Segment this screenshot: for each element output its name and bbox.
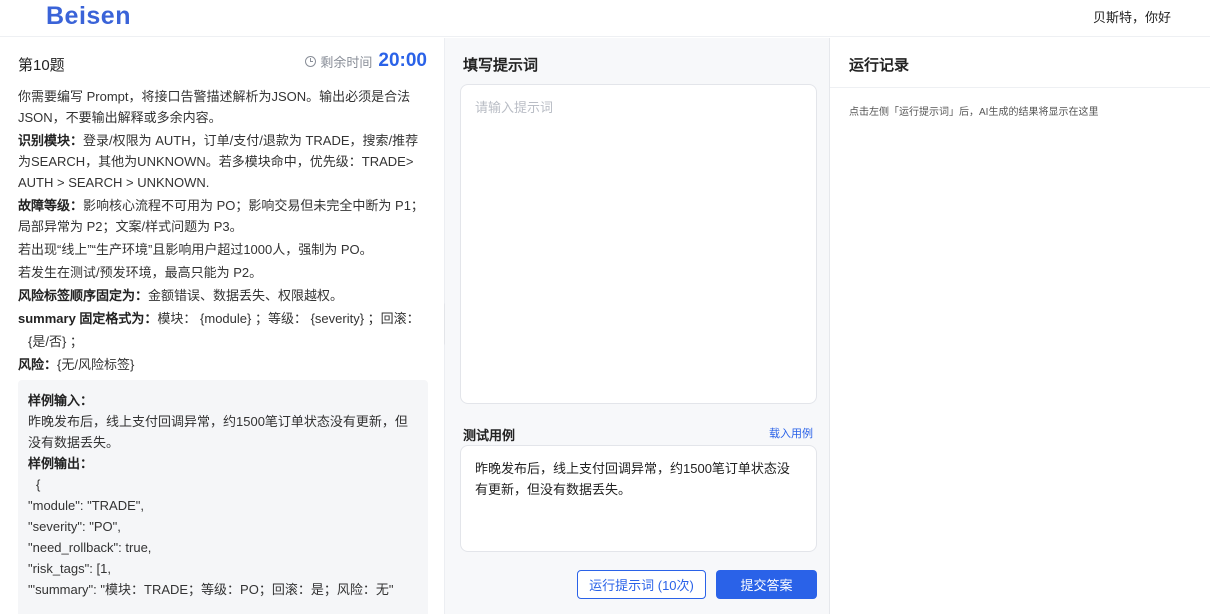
question-panel: 第10题 剩余时间 20:00 你需要编写 Prompt，将接口告警描述解析为J… (0, 38, 444, 614)
timer-label: 剩余时间 (320, 54, 373, 70)
top-bar: Beisen 贝斯特，你好 (0, 0, 1210, 37)
risk-order-rule: 风险标签顺序固定为：金额错误、数据丢失、权限越权。 (18, 288, 344, 303)
user-greeting[interactable]: 贝斯特，你好 (1093, 7, 1171, 26)
run-record-panel: 运行记录 点击左侧「运行提示词」后，AI生成的结果将显示在这里 (830, 38, 1210, 614)
summary-format-rule: summary 固定格式为：模块： {module} ；等级： {severit… (18, 311, 420, 326)
editor-panel: 填写提示词 测试用例 载入用例 昨晚发布后，线上支付回调异常，约1500笔订单状… (445, 38, 829, 614)
sample-input-label: 样例输入： (28, 393, 94, 408)
clock-icon (305, 55, 317, 67)
risk-format-rule: 风险：{无/风险标签} (18, 357, 135, 372)
summary-format-cont: {是/否} ； (28, 334, 83, 349)
countdown-timer: 剩余时间 20:00 (305, 50, 427, 72)
run-prompt-button[interactable]: 运行提示词 (10次) (577, 570, 706, 599)
test-env-rule: 若发生在测试/预发环境，最高只能为 P2。 (18, 265, 263, 280)
sample-input-text: 昨晚发布后，线上支付回调异常，约1500笔订单状态没有更新，但没有数据丢失。 (28, 414, 408, 450)
sample-output-line: { (36, 477, 41, 492)
sample-output-line: "'summary": "模块：TRADE；等级：PO；回滚：是；风险：无" (28, 582, 394, 597)
sample-output-line: "need_rollback": true, (28, 540, 152, 555)
test-case-title: 测试用例 (463, 428, 516, 443)
sample-output-line: "severity": "PO", (28, 519, 121, 534)
test-case-input[interactable]: 昨晚发布后，线上支付回调异常，约1500笔订单状态没有更新，但没有数据丢失。 (460, 445, 817, 552)
sample-output-label: 样例输出： (28, 456, 94, 471)
load-test-case-link[interactable]: 载入用例 (769, 425, 813, 441)
header-divider (830, 87, 1210, 88)
sample-output-line: "module": "TRADE", (28, 498, 144, 513)
sample-box: 样例输入： 昨晚发布后，线上支付回调异常，约1500笔订单状态没有更新，但没有数… (18, 380, 428, 614)
brand-logo: Beisen (46, 2, 131, 30)
run-record-title: 运行记录 (849, 57, 910, 74)
question-title: 第10题 (18, 57, 65, 74)
prompt-input[interactable] (460, 84, 817, 404)
severity-rule: 故障等级：影响核心流程不可用为 PO；影响交易但未完全中断为 P1；局部异常为 … (18, 198, 424, 234)
question-intro: 你需要编写 Prompt，将接口告警描述解析为JSON。输出必须是合法JSON，… (18, 89, 411, 125)
question-description: 你需要编写 Prompt，将接口告警描述解析为JSON。输出必须是合法JSON，… (18, 86, 430, 377)
production-rule: 若出现“线上”“生产环境”且影响用户超过1000人，强制为 PO。 (18, 242, 373, 257)
editor-title: 填写提示词 (463, 57, 539, 74)
timer-value: 20:00 (378, 50, 427, 71)
run-record-hint: 点击左侧「运行提示词」后，AI生成的结果将显示在这里 (849, 107, 1099, 118)
module-rule: 识别模块：登录/权限为 AUTH，订单/支付/退款为 TRADE，搜索/推荐为S… (18, 133, 419, 190)
submit-answer-button[interactable]: 提交答案 (716, 570, 817, 599)
sample-output-line: "risk_tags": [1, (28, 561, 111, 576)
